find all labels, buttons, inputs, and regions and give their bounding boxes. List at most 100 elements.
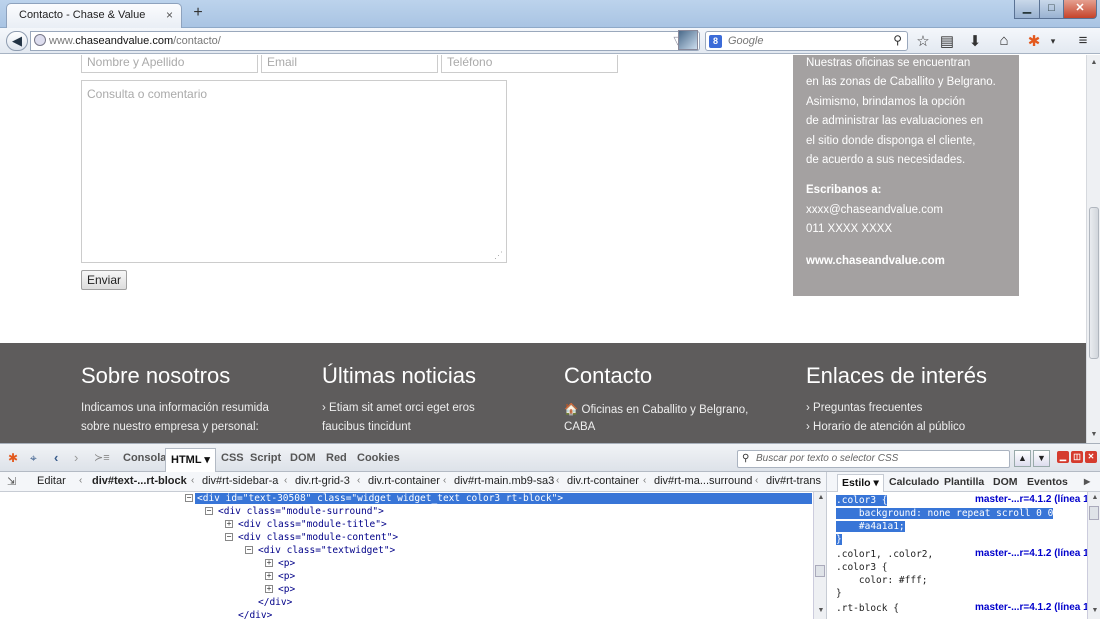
command-line-icon[interactable]: ≻≡: [94, 451, 110, 464]
back-arrow-icon[interactable]: ‹: [54, 450, 58, 465]
tab-css[interactable]: CSS: [221, 452, 244, 464]
tab-script[interactable]: Script: [250, 452, 281, 464]
scroll-up-icon[interactable]: ▲: [1089, 494, 1100, 501]
scroll-down-icon[interactable]: ▼: [1089, 607, 1100, 614]
edit-button[interactable]: Editar: [37, 475, 66, 487]
faq-link[interactable]: › Preguntas frecuentes: [806, 402, 922, 414]
firebug-menu-icon[interactable]: ✱: [8, 451, 18, 465]
home-icon[interactable]: ⌂: [994, 32, 1014, 49]
maximize-button[interactable]: □: [1039, 0, 1064, 19]
expand-icon[interactable]: +: [265, 572, 273, 580]
firebug-detach-icon[interactable]: ◫: [1071, 451, 1083, 463]
css-source-link[interactable]: master-...r=4.1.2 (línea 1): [975, 602, 1092, 613]
html-node[interactable]: <p>: [278, 584, 295, 595]
download-icon[interactable]: ⬇: [965, 32, 985, 50]
html-node[interactable]: <div class="module-content">: [238, 532, 398, 543]
html-node[interactable]: <p>: [278, 571, 295, 582]
firebug-search-input[interactable]: ⚲ Buscar por texto o selector CSS: [737, 450, 1010, 468]
collapse-icon[interactable]: −: [225, 533, 233, 541]
search-next-icon[interactable]: ▼: [1033, 450, 1050, 467]
collapse-icon[interactable]: −: [245, 546, 253, 554]
css-property[interactable]: color: #fff;: [836, 575, 928, 586]
submit-button[interactable]: Enviar: [81, 270, 127, 290]
scroll-up-icon[interactable]: ▲: [1088, 59, 1100, 66]
tab-calculado[interactable]: Calculado: [889, 476, 939, 488]
tab-console[interactable]: Consola: [123, 452, 166, 464]
expand-icon[interactable]: +: [265, 585, 273, 593]
search-previous-icon[interactable]: ▲: [1014, 450, 1031, 467]
breadcrumb-item[interactable]: div.rt-grid-3: [295, 475, 350, 487]
hours-link[interactable]: › Horario de atención al público: [806, 421, 965, 433]
site-identity-icon[interactable]: [34, 34, 46, 46]
expand-icon[interactable]: +: [265, 559, 273, 567]
news-link[interactable]: › Etiam sit amet orci eget eros: [322, 402, 475, 414]
css-selector[interactable]: .color3 {: [836, 495, 888, 506]
menu-icon[interactable]: ≡: [1073, 32, 1093, 49]
news-link[interactable]: faucibus tincidunt: [322, 421, 411, 433]
search-icon[interactable]: ⚲: [893, 33, 902, 47]
tab-close-icon[interactable]: ×: [166, 4, 173, 27]
firebug-close-icon[interactable]: ✕: [1085, 451, 1097, 463]
css-selector[interactable]: .color1, .color2,: [836, 549, 933, 560]
scroll-down-icon[interactable]: ▼: [1088, 431, 1100, 438]
tab-html[interactable]: HTML ▾: [165, 448, 216, 472]
html-node-selected[interactable]: <div id="text-30508" class="widget widge…: [195, 493, 812, 504]
bookmarks-list-icon[interactable]: ▤: [937, 32, 957, 50]
breadcrumb-item[interactable]: div.rt-container: [567, 475, 639, 487]
phone-field[interactable]: Teléfono: [441, 55, 618, 73]
html-node[interactable]: <div class="module-surround">: [218, 506, 384, 517]
collapse-icon[interactable]: −: [205, 507, 213, 515]
breadcrumb-item[interactable]: div#rt-trans: [766, 475, 821, 487]
forward-arrow-icon[interactable]: ›: [74, 450, 78, 465]
google-engine-icon[interactable]: 8: [709, 35, 722, 48]
firebug-dropdown-icon[interactable]: ▾: [1043, 36, 1063, 47]
css-property[interactable]: background: none repeat scroll 0 0: [836, 508, 1054, 519]
scrollbar-thumb[interactable]: [815, 565, 825, 577]
tab-red[interactable]: Red: [326, 452, 347, 464]
comment-textarea[interactable]: Consulta o comentario ⋰: [81, 80, 507, 263]
breadcrumb-item[interactable]: div#text-...rt-block: [92, 475, 187, 487]
close-window-button[interactable]: ✕: [1063, 0, 1097, 19]
breadcrumb-scroll-icon[interactable]: ‹: [79, 475, 82, 486]
star-icon[interactable]: ☆: [913, 32, 933, 50]
side-tabs-more-icon[interactable]: ▶: [1084, 477, 1090, 486]
firebug-minimize-icon[interactable]: ▁: [1057, 451, 1069, 463]
inspect-icon[interactable]: ⌖: [30, 451, 37, 466]
tab-eventos[interactable]: Eventos: [1027, 476, 1068, 488]
expand-icon[interactable]: +: [225, 520, 233, 528]
breadcrumb-item[interactable]: div#rt-main.mb9-sa3: [454, 475, 554, 487]
scrollbar-thumb[interactable]: [1089, 506, 1099, 520]
tab-dom-side[interactable]: DOM: [993, 476, 1018, 488]
search-bar[interactable]: 8 Google ⚲: [705, 31, 908, 51]
page-scrollbar[interactable]: ▲ ▼: [1086, 55, 1100, 443]
css-selector[interactable]: .color3 {: [836, 562, 887, 573]
html-node[interactable]: </div>: [258, 597, 292, 608]
browser-tab[interactable]: Contacto - Chase & Value ×: [6, 3, 182, 28]
firebug-icon[interactable]: ✱: [1024, 32, 1044, 50]
css-selector[interactable]: .rt-block {: [836, 603, 899, 614]
style-panel-scrollbar[interactable]: ▲ ▼: [1087, 492, 1100, 619]
tab-plantilla[interactable]: Plantilla: [944, 476, 984, 488]
css-source-link[interactable]: master-...r=4.1.2 (línea 1): [975, 494, 1092, 505]
html-panel-scrollbar[interactable]: ▲ ▼: [813, 492, 826, 619]
breadcrumb-item[interactable]: div#rt-ma...surround: [654, 475, 752, 487]
page-thumbnail-icon[interactable]: [678, 30, 698, 50]
minimize-button[interactable]: ▁: [1014, 0, 1040, 19]
html-node[interactable]: <div class="textwidget">: [258, 545, 395, 556]
html-node[interactable]: <p>: [278, 558, 295, 569]
email-field[interactable]: Email: [261, 55, 438, 73]
website-link[interactable]: www.chaseandvalue.com: [806, 255, 945, 267]
collapse-icon[interactable]: −: [185, 494, 193, 502]
url-bar[interactable]: www.chaseandvalue.com/contacto/ ▽ C: [30, 31, 700, 51]
html-node[interactable]: <div class="module-title">: [238, 519, 387, 530]
back-button[interactable]: ◀: [6, 31, 28, 51]
css-source-link[interactable]: master-...r=4.1.2 (línea 1): [975, 548, 1092, 559]
css-property[interactable]: #a4a1a1;: [836, 521, 905, 532]
resize-grip-icon[interactable]: ⋰: [494, 250, 504, 260]
breadcrumb-item[interactable]: div.rt-container: [368, 475, 440, 487]
tab-cookies[interactable]: Cookies: [357, 452, 400, 464]
tab-dom[interactable]: DOM: [290, 452, 316, 464]
new-tab-button[interactable]: +: [188, 4, 208, 24]
select-element-icon[interactable]: ⇲: [7, 475, 16, 488]
name-field[interactable]: Nombre y Apellido: [81, 55, 258, 73]
